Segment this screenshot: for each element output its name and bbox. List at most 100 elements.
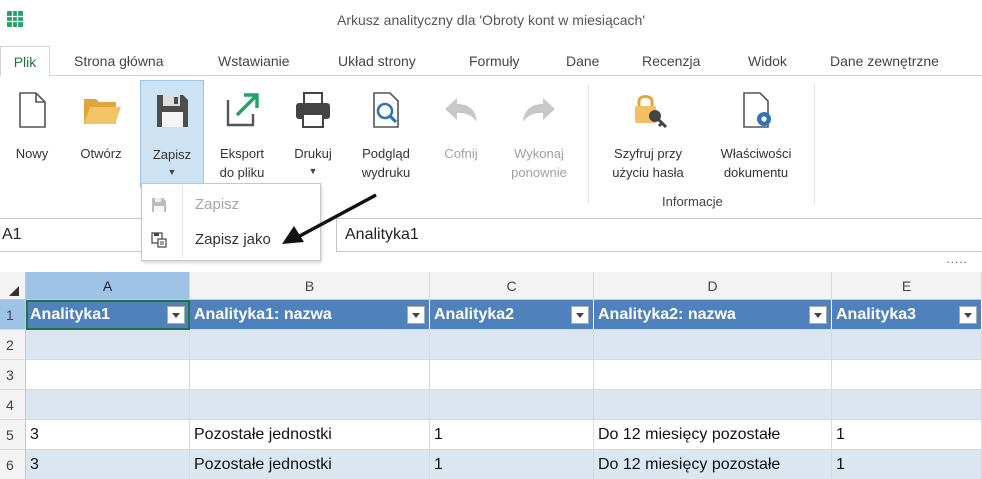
table-row bbox=[26, 360, 982, 390]
table-cell[interactable]: 1 bbox=[832, 420, 982, 450]
document-settings-icon bbox=[743, 92, 771, 128]
filter-dropdown-icon[interactable] bbox=[407, 306, 425, 324]
group-label-info: Informacje bbox=[662, 194, 723, 209]
column-header-c[interactable]: C bbox=[430, 272, 594, 300]
row-header[interactable]: 6 bbox=[0, 450, 26, 479]
tab-formulas[interactable]: Formuły bbox=[459, 46, 530, 76]
undo-button[interactable]: Cofnij bbox=[430, 80, 492, 188]
printer-icon bbox=[296, 92, 330, 128]
menu-item-save-label: Zapisz bbox=[195, 196, 240, 213]
annotation-arrow-icon bbox=[282, 193, 377, 244]
table-cell[interactable] bbox=[594, 360, 832, 390]
save-label: Zapisz bbox=[152, 147, 192, 162]
print-button[interactable]: Drukuj ▼ bbox=[282, 80, 344, 188]
undo-arrow-icon bbox=[445, 98, 477, 122]
export-icon bbox=[226, 93, 259, 127]
formula-input[interactable]: Analityka1 bbox=[336, 218, 982, 252]
table-cell[interactable] bbox=[26, 390, 190, 420]
ribbon-group-separator bbox=[588, 84, 589, 204]
row-header[interactable]: 4 bbox=[0, 390, 26, 420]
table-cell[interactable]: 1 bbox=[430, 420, 594, 450]
document-properties-label: Właściwości dokumentu bbox=[720, 146, 792, 180]
encrypt-label: Szyfruj przy użyciu hasła bbox=[612, 146, 684, 180]
tab-file[interactable]: Plik bbox=[0, 46, 50, 77]
table-cell[interactable]: Do 12 miesięcy pozostałe bbox=[594, 450, 832, 479]
table-header-row: Analityka1 Analityka1: nazwa Analityka2 … bbox=[26, 300, 982, 330]
encrypt-with-password-button[interactable]: Szyfruj przy użyciu hasła bbox=[598, 80, 698, 188]
table-cell[interactable] bbox=[832, 390, 982, 420]
open-label: Otwórz bbox=[80, 146, 122, 161]
new-button[interactable]: Nowy bbox=[4, 80, 60, 188]
lock-key-icon bbox=[635, 95, 668, 129]
tab-data[interactable]: Dane bbox=[556, 46, 609, 76]
table-cell[interactable] bbox=[594, 390, 832, 420]
new-label: Nowy bbox=[15, 146, 49, 161]
select-all-triangle-icon bbox=[9, 286, 19, 296]
table-cell[interactable]: 1 bbox=[430, 450, 594, 479]
table-cell[interactable] bbox=[832, 360, 982, 390]
header-cell-analityka1-nazwa[interactable]: Analityka1: nazwa bbox=[190, 300, 430, 330]
title-bar: Arkusz analityczny dla 'Obroty kont w mi… bbox=[0, 0, 982, 40]
table-cell[interactable] bbox=[832, 330, 982, 360]
tab-review[interactable]: Recenzja bbox=[632, 46, 710, 76]
tab-external-data[interactable]: Dane zewnętrzne bbox=[820, 46, 949, 76]
ribbon-tabs: Plik Strona główna Wstawianie Układ stro… bbox=[0, 46, 982, 77]
print-preview-button[interactable]: Podgląd wydruku bbox=[350, 80, 422, 188]
redo-button[interactable]: Wykonaj ponownie bbox=[500, 80, 578, 188]
table-cell[interactable]: Pozostałe jednostki bbox=[190, 450, 430, 479]
open-button[interactable]: Otwórz bbox=[68, 80, 134, 188]
row-header[interactable]: 2 bbox=[0, 330, 26, 360]
row-header[interactable]: 3 bbox=[0, 360, 26, 390]
table-row: 3 Pozostałe jednostki 1 Do 12 miesięcy p… bbox=[26, 420, 982, 450]
table-cell[interactable]: 1 bbox=[832, 450, 982, 479]
table-cell[interactable] bbox=[430, 330, 594, 360]
column-header-e[interactable]: E bbox=[832, 272, 982, 300]
table-cell[interactable] bbox=[430, 390, 594, 420]
spreadsheet-grid: A B C D E 1 Analityka1 Analityka1: nazwa… bbox=[0, 272, 982, 479]
save-dropdown-caret-icon[interactable]: ▼ bbox=[141, 167, 203, 177]
header-cell-analityka2[interactable]: Analityka2 bbox=[430, 300, 594, 330]
export-label: Eksport do pliku bbox=[219, 146, 265, 180]
row-header[interactable]: 5 bbox=[0, 420, 26, 450]
save-disk-icon bbox=[157, 95, 188, 127]
tab-view[interactable]: Widok bbox=[738, 46, 797, 76]
header-cell-analityka1[interactable]: Analityka1 bbox=[26, 300, 190, 330]
table-cell[interactable]: 3 bbox=[26, 420, 190, 450]
column-header-d[interactable]: D bbox=[594, 272, 832, 300]
header-cell-analityka3[interactable]: Analityka3 bbox=[832, 300, 982, 330]
select-all-corner[interactable] bbox=[0, 272, 26, 300]
column-header-a[interactable]: A bbox=[26, 272, 190, 300]
tab-page-layout[interactable]: Układ strony bbox=[328, 46, 426, 76]
table-row: 3 Pozostałe jednostki 1 Do 12 miesięcy p… bbox=[26, 450, 982, 479]
table-cell[interactable]: Do 12 miesięcy pozostałe bbox=[594, 420, 832, 450]
header-cell-analityka2-nazwa[interactable]: Analityka2: nazwa bbox=[594, 300, 832, 330]
export-to-file-button[interactable]: Eksport do pliku bbox=[210, 80, 274, 188]
window-title: Arkusz analityczny dla 'Obroty kont w mi… bbox=[336, 12, 646, 28]
row-header[interactable]: 1 bbox=[0, 300, 26, 330]
table-cell[interactable] bbox=[594, 330, 832, 360]
table-cell[interactable] bbox=[430, 360, 594, 390]
document-properties-button[interactable]: Właściwości dokumentu bbox=[706, 80, 806, 188]
undo-label: Cofnij bbox=[444, 146, 478, 161]
formula-bar-resize-handle[interactable]: ..... bbox=[946, 252, 968, 266]
tab-home[interactable]: Strona główna bbox=[64, 46, 174, 76]
filter-dropdown-icon[interactable] bbox=[959, 306, 977, 324]
table-cell[interactable] bbox=[190, 330, 430, 360]
filter-dropdown-icon[interactable] bbox=[571, 306, 589, 324]
filter-dropdown-icon[interactable] bbox=[167, 306, 185, 324]
filter-dropdown-icon[interactable] bbox=[809, 306, 827, 324]
save-as-icon bbox=[151, 232, 167, 248]
tab-insert[interactable]: Wstawianie bbox=[208, 46, 300, 76]
table-cell[interactable] bbox=[26, 330, 190, 360]
table-cell[interactable] bbox=[190, 390, 430, 420]
column-header-b[interactable]: B bbox=[190, 272, 430, 300]
table-cell[interactable] bbox=[26, 360, 190, 390]
table-cell[interactable] bbox=[190, 360, 430, 390]
print-label: Drukuj bbox=[294, 146, 332, 161]
menu-item-save-as-label: Zapisz jako bbox=[195, 231, 271, 248]
print-dropdown-caret-icon[interactable]: ▼ bbox=[282, 166, 344, 176]
save-button[interactable]: Zapisz ▼ bbox=[140, 80, 204, 188]
table-cell[interactable]: 3 bbox=[26, 450, 190, 479]
table-row bbox=[26, 390, 982, 420]
table-cell[interactable]: Pozostałe jednostki bbox=[190, 420, 430, 450]
